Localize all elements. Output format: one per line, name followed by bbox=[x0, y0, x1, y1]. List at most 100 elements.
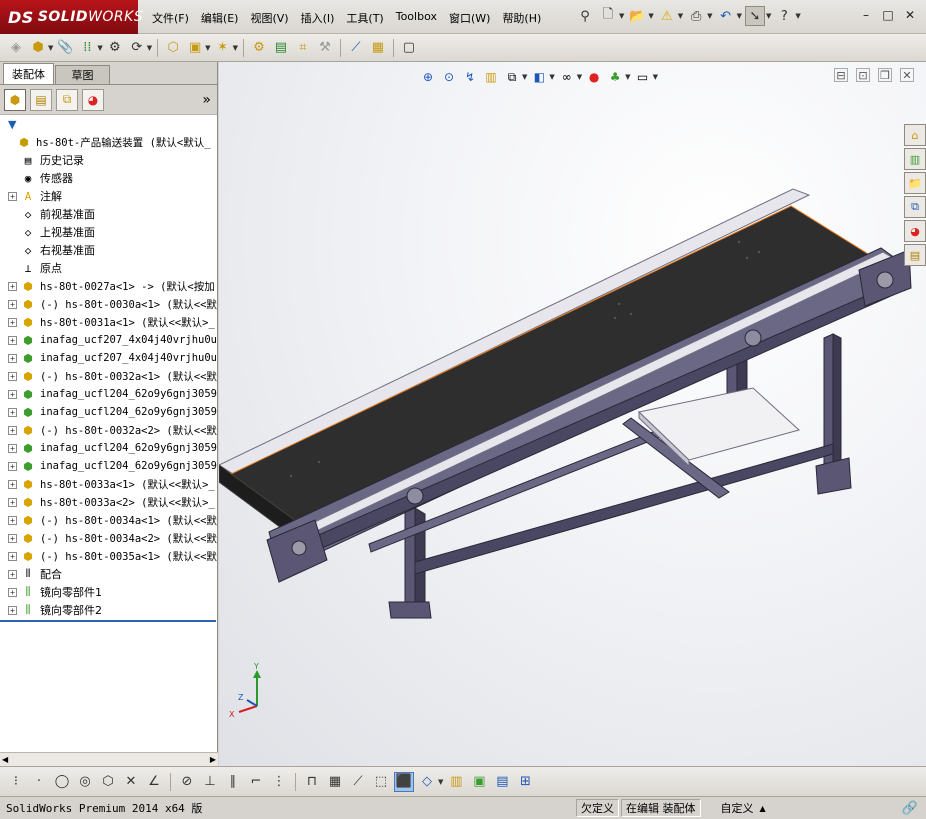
tree-item[interactable]: + ⬢ inafag_ucfl204_62o9y6gnj3059x bbox=[0, 439, 217, 457]
configuration-manager-icon[interactable]: ⧉ bbox=[56, 88, 78, 111]
insert-component-icon[interactable]: ◈ bbox=[6, 38, 26, 58]
pin-icon[interactable]: ⚲ bbox=[575, 6, 595, 26]
tree-item[interactable]: + ⬢ inafag_ucf207_4x04j40vrjhu0u5 bbox=[0, 331, 217, 349]
graphics-viewport[interactable]: ⊕ ⊙ ↯ ▥ ⧉ ▼ ◧ ▼ ∞ ▼ ● ♣ ▼ ▭ ▼ ⊟ ⊡ ❐ ✕ ⌂ … bbox=[219, 62, 926, 766]
tree-item[interactable]: ▤ 历史记录 bbox=[0, 151, 217, 169]
menu-tools[interactable]: 工具(T) bbox=[340, 9, 389, 27]
display-manager-icon[interactable]: ◕ bbox=[82, 88, 104, 111]
expand-toggle-icon[interactable]: + bbox=[8, 551, 17, 561]
intersection-icon[interactable]: ✕ bbox=[121, 772, 141, 792]
help-icon[interactable]: ? bbox=[774, 6, 794, 26]
rebuild-dropdown-icon[interactable]: ▼ bbox=[678, 12, 683, 20]
explode-line-icon[interactable]: ⌗ bbox=[293, 38, 313, 58]
expand-toggle-icon[interactable]: + bbox=[8, 281, 17, 291]
reference-dropdown-icon[interactable]: ▼ bbox=[233, 44, 238, 52]
smart-fasteners-icon[interactable]: ⚙ bbox=[105, 38, 125, 58]
endpoint-icon[interactable]: ⋮ bbox=[269, 772, 289, 792]
undo-icon[interactable]: ↶ bbox=[716, 6, 736, 26]
tree-item[interactable]: ◇ 上视基准面 bbox=[0, 223, 217, 241]
appearances-icon[interactable]: ◕ bbox=[904, 220, 926, 242]
menu-window[interactable]: 窗口(W) bbox=[443, 9, 496, 27]
property-manager-icon[interactable]: ▤ bbox=[30, 88, 52, 111]
expand-toggle-icon[interactable]: + bbox=[8, 371, 17, 381]
expand-toggle-icon[interactable]: + bbox=[8, 569, 17, 579]
tree-item[interactable]: + ⦀ 配合 bbox=[0, 565, 217, 583]
tree-filter[interactable]: ▼ bbox=[0, 115, 217, 133]
parallel-icon[interactable]: ∥ bbox=[223, 772, 243, 792]
expand-toggle-icon[interactable]: + bbox=[8, 425, 17, 435]
scroll-right-icon[interactable]: ▶ bbox=[210, 755, 216, 764]
move-dropdown-icon[interactable]: ▼ bbox=[147, 44, 152, 52]
layout-icon[interactable]: ▤ bbox=[492, 772, 512, 792]
view-palette-icon[interactable]: ⧉ bbox=[904, 196, 926, 218]
expand-toggle-icon[interactable]: + bbox=[8, 353, 17, 363]
tab-assembly[interactable]: 装配体 bbox=[3, 63, 54, 84]
scene-icon[interactable]: ▣ bbox=[469, 772, 489, 792]
tree-item[interactable]: + ⬢ (-) hs-80t-0034a<2> (默认<<默 bbox=[0, 529, 217, 547]
menu-edit[interactable]: 编辑(E) bbox=[195, 9, 245, 27]
bill-of-materials-icon[interactable]: ⚙ bbox=[249, 38, 269, 58]
tree-horizontal-scrollbar[interactable]: ◀ ▶ bbox=[0, 752, 218, 766]
tree-item[interactable]: + ⬢ (-) hs-80t-0032a<2> (默认<<默 bbox=[0, 421, 217, 439]
trim-icon[interactable]: ⟋ bbox=[348, 772, 368, 792]
new-part-icon[interactable]: ⬢ bbox=[28, 38, 48, 58]
select-dropdown-icon[interactable]: ▼ bbox=[766, 12, 771, 20]
tree-item[interactable]: ⬢ hs-80t-产品输送装置 (默认<默认_ bbox=[0, 133, 217, 151]
linear-pattern-icon[interactable]: ⁞⁞ bbox=[77, 38, 97, 58]
select-arrow-icon[interactable]: ➘ bbox=[744, 6, 765, 26]
tree-item[interactable]: + ⬢ (-) hs-80t-0030a<1> (默认<<默 bbox=[0, 295, 217, 313]
rebuild-warning-icon[interactable]: ⚠ bbox=[657, 6, 677, 26]
large-assembly-icon[interactable]: ▢ bbox=[399, 38, 419, 58]
midpoint-icon[interactable]: ◎ bbox=[75, 772, 95, 792]
tree-item[interactable]: + ⬢ hs-80t-0027a<1> -> (默认<按加 bbox=[0, 277, 217, 295]
show-hidden-icon[interactable]: ⬡ bbox=[163, 38, 183, 58]
expand-toggle-icon[interactable]: + bbox=[8, 497, 17, 507]
menu-view[interactable]: 视图(V) bbox=[244, 9, 294, 27]
expand-toggle-icon[interactable]: + bbox=[8, 317, 17, 327]
menu-file[interactable]: 文件(F) bbox=[146, 9, 195, 27]
solidworks-resources-icon[interactable]: ⌂ bbox=[904, 124, 926, 146]
tangent-icon[interactable]: ⊘ bbox=[177, 772, 197, 792]
open-folder-icon[interactable]: 📂 bbox=[627, 6, 647, 26]
tree-item[interactable]: + ⬢ (-) hs-80t-0032a<1> (默认<<默 bbox=[0, 367, 217, 385]
exploded-view-icon[interactable]: ▤ bbox=[271, 38, 291, 58]
file-explorer-icon[interactable]: 📁 bbox=[904, 172, 926, 194]
table-icon[interactable]: ⊞ bbox=[515, 772, 535, 792]
custom-properties-icon[interactable]: ▤ bbox=[904, 244, 926, 266]
interference-detection-icon[interactable]: ⚒ bbox=[315, 38, 335, 58]
menu-insert[interactable]: 插入(I) bbox=[295, 9, 341, 27]
tree-item[interactable]: ◉ 传感器 bbox=[0, 169, 217, 187]
expand-toggle-icon[interactable]: + bbox=[8, 533, 17, 543]
expand-toggle-icon[interactable]: + bbox=[8, 587, 17, 597]
tree-item[interactable]: + A 注解 bbox=[0, 187, 217, 205]
panel-expand-icon[interactable]: » bbox=[202, 92, 211, 108]
expand-toggle-icon[interactable]: + bbox=[8, 479, 17, 489]
new-part-dropdown-icon[interactable]: ▼ bbox=[48, 44, 53, 52]
reference-geometry-icon[interactable]: ✶ bbox=[213, 38, 233, 58]
mate-icon[interactable]: 📎 bbox=[55, 38, 75, 58]
print-icon[interactable]: ⎙ bbox=[686, 6, 706, 26]
tree-item[interactable]: + ⬢ hs-80t-0033a<1> (默认<<默认>_ bbox=[0, 475, 217, 493]
polygon-icon[interactable]: ⬡ bbox=[98, 772, 118, 792]
expand-toggle-icon[interactable]: + bbox=[8, 515, 17, 525]
tab-sketch[interactable]: 草图 bbox=[55, 65, 110, 84]
restore-button[interactable]: □ bbox=[880, 7, 896, 23]
expand-toggle-icon[interactable]: + bbox=[8, 443, 17, 453]
tree-item[interactable]: + ⬢ hs-80t-0033a<2> (默认<<默认>_ bbox=[0, 493, 217, 511]
solidworks-logo[interactable]: DS SOLID WORKS bbox=[0, 0, 143, 34]
unit-system-selector[interactable]: 自定义 ▲ bbox=[721, 800, 803, 816]
close-button[interactable]: ✕ bbox=[902, 7, 918, 23]
tree-item[interactable]: + ⫼ 镜向零部件2 bbox=[0, 601, 217, 619]
expand-toggle-icon[interactable]: + bbox=[8, 461, 17, 471]
point-icon[interactable]: · bbox=[29, 772, 49, 792]
tree-item[interactable]: + ⬢ inafag_ucfl204_62o9y6gnj3059x bbox=[0, 385, 217, 403]
perpendicular-icon[interactable]: ⊥ bbox=[200, 772, 220, 792]
tree-item[interactable]: ◇ 前视基准面 bbox=[0, 205, 217, 223]
print-dropdown-icon[interactable]: ▼ bbox=[707, 12, 712, 20]
tree-item[interactable]: ◇ 右视基准面 bbox=[0, 241, 217, 259]
menu-help[interactable]: 帮助(H) bbox=[496, 9, 547, 27]
tree-item[interactable]: ⊥ 原点 bbox=[0, 259, 217, 277]
notification-icon[interactable]: 🔗 bbox=[900, 798, 920, 818]
unit-system-arrow-icon[interactable]: ▲ bbox=[760, 804, 766, 813]
expand-toggle-icon[interactable]: + bbox=[8, 191, 17, 201]
